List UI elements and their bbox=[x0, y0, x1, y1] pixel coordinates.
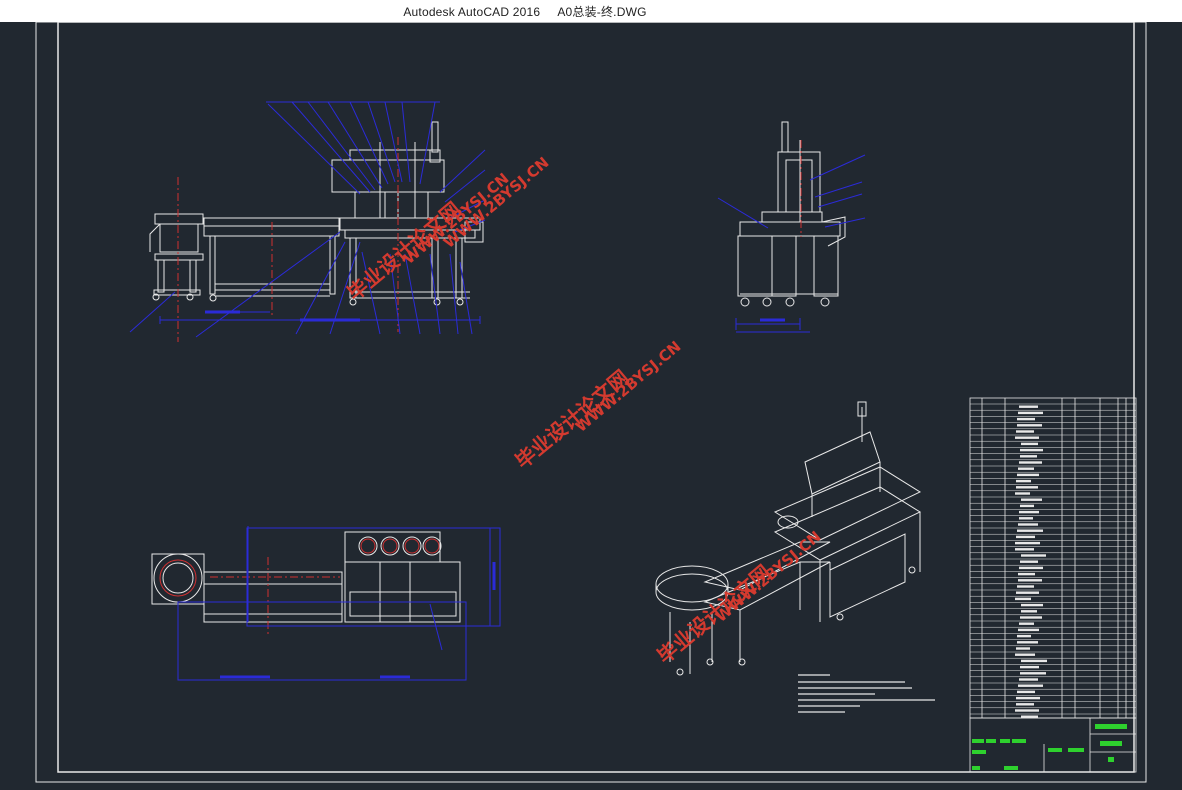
parts-list-cell-text bbox=[1017, 529, 1043, 532]
parts-list-cell-text bbox=[1018, 572, 1035, 576]
parts-list-cell-text bbox=[1019, 517, 1033, 520]
top-view-dimensions bbox=[177, 526, 501, 681]
parts-list-cell-text bbox=[1018, 523, 1038, 526]
parts-list-cell-text bbox=[1019, 405, 1038, 408]
parts-list-rows bbox=[970, 403, 1136, 718]
parts-list-cell-text bbox=[1021, 610, 1037, 613]
parts-list-cell-text bbox=[1017, 585, 1034, 588]
parts-list-cell-text bbox=[1016, 535, 1035, 539]
parts-list-cell-text bbox=[1021, 554, 1046, 557]
side-view[interactable] bbox=[737, 121, 846, 307]
parts-list-cell-text bbox=[1016, 696, 1040, 700]
title-block-green bbox=[972, 724, 1127, 770]
parts-list-cell-text bbox=[1016, 591, 1039, 594]
window-titlebar: Autodesk AutoCAD 2016 A0总装-终.DWG bbox=[0, 0, 1182, 23]
parts-list-cell-text bbox=[1019, 678, 1038, 681]
parts-list-cell-text bbox=[1020, 504, 1034, 508]
parts-list-cell-text bbox=[1017, 641, 1038, 644]
file-name: A0总装-终.DWG bbox=[557, 5, 647, 19]
parts-list-cell-text bbox=[1016, 647, 1030, 650]
parts-list-cell-text bbox=[1016, 479, 1031, 483]
parts-list-cell-text bbox=[1017, 417, 1035, 421]
parts-list-cell-text bbox=[1020, 560, 1038, 563]
parts-list-cell-text bbox=[1018, 684, 1043, 687]
parts-list-cell-text bbox=[1018, 411, 1043, 415]
technical-notes bbox=[798, 674, 935, 713]
parts-list-cell-text bbox=[1017, 634, 1031, 638]
parts-list-cell-text bbox=[1018, 628, 1039, 632]
parts-list-cell-text bbox=[1017, 424, 1042, 427]
parts-list-cell-text bbox=[1020, 455, 1037, 458]
parts-list-cell-text bbox=[1015, 548, 1034, 551]
parts-list-cell-text bbox=[1021, 442, 1038, 446]
parts-list-cell-text bbox=[1021, 498, 1042, 501]
parts-list-cell-text bbox=[1016, 703, 1034, 706]
parts-list-cell-text bbox=[1019, 566, 1043, 570]
parts-list-cell-text bbox=[1021, 715, 1038, 718]
parts-list-cell-text bbox=[1019, 622, 1034, 625]
parts-list-cell-text bbox=[1015, 709, 1039, 712]
parts-list[interactable] bbox=[969, 397, 1137, 719]
parts-list-cell-text bbox=[1020, 665, 1039, 669]
parts-list-cell-text bbox=[1021, 659, 1047, 663]
parts-list-cell-text bbox=[1015, 597, 1031, 601]
parts-list-cell-text bbox=[1015, 653, 1035, 656]
app-name: Autodesk AutoCAD 2016 bbox=[403, 5, 541, 19]
parts-list-cell-text bbox=[1020, 616, 1042, 619]
parts-list-cell-text bbox=[1019, 461, 1042, 464]
parts-list-cell-text bbox=[1015, 541, 1040, 545]
drawing-canvas[interactable]: 毕业设计论文网 WWW.2BYSJ.CN 毕业设计论文网 WWW.2BYSJ.C… bbox=[0, 22, 1182, 790]
parts-list-cell-text bbox=[1016, 430, 1034, 433]
parts-list-cell-text bbox=[1020, 672, 1046, 675]
parts-list-cell-text bbox=[1017, 473, 1039, 477]
parts-list-cell-text bbox=[1015, 436, 1039, 439]
top-view-red bbox=[159, 538, 440, 634]
parts-list-cell-text bbox=[1021, 603, 1043, 607]
parts-list-cell-text bbox=[1018, 467, 1034, 470]
parts-list-cell-text bbox=[1018, 579, 1042, 582]
window-title: Autodesk AutoCAD 2016 A0总装-终.DWG bbox=[0, 3, 1050, 20]
parts-list-cell-text bbox=[1015, 492, 1030, 495]
parts-list-cell-text bbox=[1016, 486, 1038, 489]
parts-list-cell-text bbox=[1017, 690, 1035, 694]
parts-list-cell-text bbox=[1019, 510, 1039, 514]
parts-list-cell-text bbox=[1020, 448, 1043, 452]
